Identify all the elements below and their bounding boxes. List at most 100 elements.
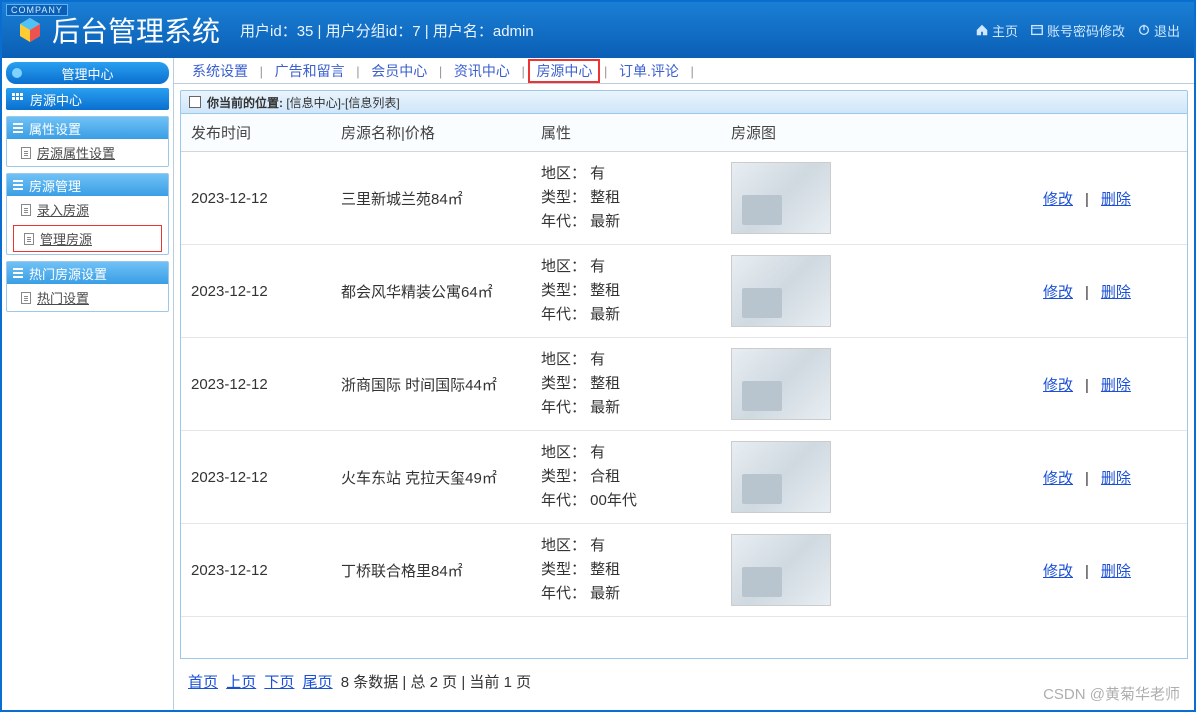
table-row: 2023-12-12浙商国际 时间国际44㎡地区： 有类型： 整租年代： 最新修… xyxy=(181,338,1187,431)
cell-name: 丁桥联合格里84㎡ xyxy=(331,524,531,617)
topnav-item[interactable]: 资讯中心 xyxy=(446,63,518,79)
pager-next[interactable]: 下页 xyxy=(264,674,294,691)
bars-icon xyxy=(13,180,23,190)
cell-actions: 修改|删除 xyxy=(1027,338,1187,431)
account-link[interactable]: 账号密码修改 xyxy=(1026,19,1129,42)
nav-sep: | xyxy=(600,64,611,79)
delete-link[interactable]: 删除 xyxy=(1095,284,1137,301)
topnav-item[interactable]: 房源中心 xyxy=(528,59,600,83)
cell-img xyxy=(721,338,1027,431)
edit-link[interactable]: 修改 xyxy=(1037,284,1079,301)
edit-link[interactable]: 修改 xyxy=(1037,563,1079,580)
cell-img xyxy=(721,245,1027,338)
action-sep: | xyxy=(1079,470,1095,487)
bars-icon xyxy=(13,268,23,278)
sidebar-group: 属性设置房源属性设置 xyxy=(6,116,169,167)
listing-thumb xyxy=(731,534,831,606)
logo-icon xyxy=(16,16,44,44)
sidebar: 管理中心 房源中心 属性设置房源属性设置房源管理录入房源管理房源热门房源设置热门… xyxy=(2,58,174,710)
top-nav: 系统设置 | 广告和留言 | 会员中心 | 资讯中心 | 房源中心 | 订单.评… xyxy=(174,58,1194,84)
sidebar-item[interactable]: 热门设置 xyxy=(7,284,168,311)
listing-thumb xyxy=(731,255,831,327)
sidebar-item-label: 热门设置 xyxy=(37,288,89,307)
pager-prev[interactable]: 上页 xyxy=(226,674,256,691)
action-sep: | xyxy=(1079,563,1095,580)
topbar: COMPANY 后台管理系统 用户id：35 | 用户分组id：7 | 用户名：… xyxy=(2,2,1194,58)
home-link-label: 主页 xyxy=(992,21,1018,40)
topnav-item[interactable]: 系统设置 xyxy=(184,63,256,79)
action-sep: | xyxy=(1079,284,1095,301)
sidebar-item-label: 房源属性设置 xyxy=(37,143,115,162)
nav-sep: | xyxy=(353,64,364,79)
sidebar-group-head[interactable]: 热门房源设置 xyxy=(7,262,168,284)
topnav-item[interactable]: 订单.评论 xyxy=(611,63,687,79)
cell-actions: 修改|删除 xyxy=(1027,152,1187,245)
sidebar-center-pill[interactable]: 管理中心 xyxy=(6,62,169,84)
topnav-item[interactable]: 广告和留言 xyxy=(267,63,353,79)
pager-last[interactable]: 尾页 xyxy=(303,674,333,691)
cell-img xyxy=(721,524,1027,617)
edit-link[interactable]: 修改 xyxy=(1037,470,1079,487)
cell-attr: 地区： 有类型： 合租年代： 00年代 xyxy=(531,431,721,524)
cell-name: 都会风华精装公寓64㎡ xyxy=(331,245,531,338)
pager: 首页 上页 下页 尾页 8 条数据 | 总 2 页 | 当前 1 页 xyxy=(180,659,1188,704)
breadcrumb-prefix: 你当前的位置: xyxy=(207,94,283,111)
nav-sep: | xyxy=(518,64,529,79)
cell-attr: 地区： 有类型： 整租年代： 最新 xyxy=(531,245,721,338)
sidebar-item-label: 录入房源 xyxy=(37,200,89,219)
logout-link-label: 退出 xyxy=(1154,21,1180,40)
main-area: 系统设置 | 广告和留言 | 会员中心 | 资讯中心 | 房源中心 | 订单.评… xyxy=(174,58,1194,710)
col-name: 房源名称|价格 xyxy=(331,114,531,152)
col-time: 发布时间 xyxy=(181,114,331,152)
cell-attr: 地区： 有类型： 整租年代： 最新 xyxy=(531,152,721,245)
nav-sep: | xyxy=(435,64,446,79)
pager-summary: 8 条数据 | 总 2 页 | 当前 1 页 xyxy=(341,674,531,691)
cell-time: 2023-12-12 xyxy=(181,245,331,338)
cell-actions: 修改|删除 xyxy=(1027,431,1187,524)
table-row: 2023-12-12都会风华精装公寓64㎡地区： 有类型： 整租年代： 最新 修改… xyxy=(181,245,1187,338)
col-attr: 属性 xyxy=(531,114,721,152)
nav-sep: | xyxy=(687,64,694,79)
logout-icon xyxy=(1137,23,1151,37)
cell-time: 2023-12-12 xyxy=(181,431,331,524)
delete-link[interactable]: 删除 xyxy=(1095,470,1137,487)
sidebar-group-head[interactable]: 属性设置 xyxy=(7,117,168,139)
sidebar-group: 房源管理录入房源管理房源 xyxy=(6,173,169,255)
table-row: 2023-12-12丁桥联合格里84㎡地区： 有类型： 整租年代： 最新修改|删… xyxy=(181,524,1187,617)
edit-link[interactable]: 修改 xyxy=(1037,191,1079,208)
home-link[interactable]: 主页 xyxy=(971,19,1022,42)
listing-thumb xyxy=(731,162,831,234)
user-info: 用户id：35 | 用户分组id：7 | 用户名：admin xyxy=(240,20,971,41)
cell-attr: 地区： 有类型： 整租年代： 最新 xyxy=(531,338,721,431)
pager-first[interactable]: 首页 xyxy=(188,674,218,691)
listing-thumb xyxy=(731,348,831,420)
doc-icon xyxy=(21,292,31,304)
action-sep: | xyxy=(1079,191,1095,208)
sidebar-group-head[interactable]: 房源管理 xyxy=(7,174,168,196)
sidebar-item[interactable]: 录入房源 xyxy=(7,196,168,223)
logout-link[interactable]: 退出 xyxy=(1133,19,1184,42)
delete-link[interactable]: 删除 xyxy=(1095,191,1137,208)
listing-thumb xyxy=(731,441,831,513)
cell-actions: 修改|删除 xyxy=(1027,245,1187,338)
table-row: 2023-12-12三里新城兰苑84㎡地区： 有类型： 整租年代： 最新修改|删… xyxy=(181,152,1187,245)
account-link-label: 账号密码修改 xyxy=(1047,21,1125,40)
doc-icon xyxy=(24,233,34,245)
cell-img xyxy=(721,431,1027,524)
sidebar-item[interactable]: 房源属性设置 xyxy=(7,139,168,166)
doc-icon xyxy=(189,96,201,108)
action-sep: | xyxy=(1079,377,1095,394)
cell-time: 2023-12-12 xyxy=(181,338,331,431)
account-icon xyxy=(1030,23,1044,37)
col-ops xyxy=(1027,114,1187,152)
delete-link[interactable]: 删除 xyxy=(1095,377,1137,394)
grid-icon xyxy=(12,93,24,105)
nav-sep: | xyxy=(256,64,267,79)
delete-link[interactable]: 删除 xyxy=(1095,563,1137,580)
edit-link[interactable]: 修改 xyxy=(1037,377,1079,394)
bars-icon xyxy=(13,123,23,133)
sidebar-item[interactable]: 管理房源 xyxy=(13,225,162,252)
breadcrumb-path: [信息中心]-[信息列表] xyxy=(286,94,399,111)
sidebar-section-header: 房源中心 xyxy=(6,88,169,110)
topnav-item[interactable]: 会员中心 xyxy=(363,63,435,79)
